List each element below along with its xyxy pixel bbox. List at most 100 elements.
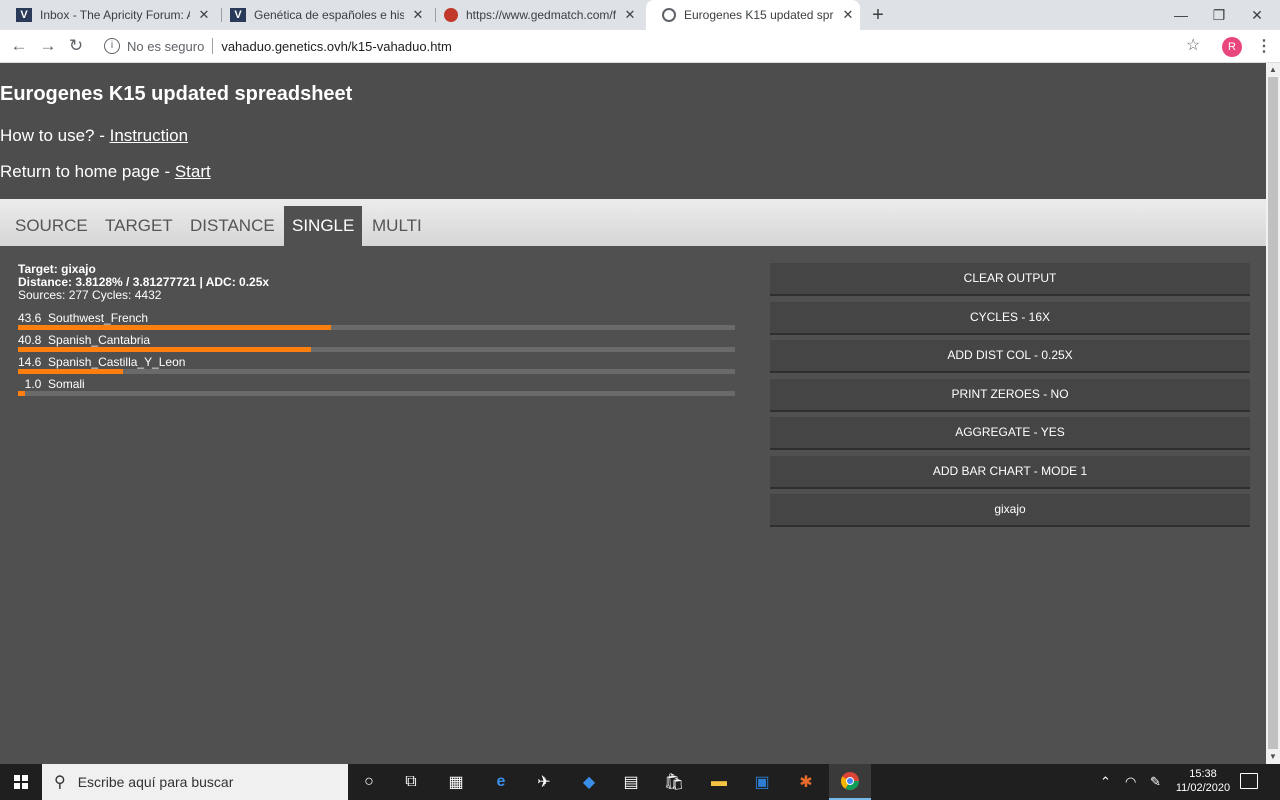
tab-title: https://www.gedmatch.com/fcgi xyxy=(466,8,616,22)
taskbar-search-box[interactable]: ⚲ Escribe aquí para buscar xyxy=(42,764,348,800)
control-buttons: CLEAR OUTPUT CYCLES - 16X ADD DIST COL -… xyxy=(770,263,1250,533)
aggregate-button[interactable]: AGGREGATE - YES xyxy=(770,417,1250,448)
file-explorer-icon[interactable]: ▬ xyxy=(698,764,740,800)
back-arrow-icon[interactable]: ← xyxy=(7,34,31,58)
result-row: 40.8 Spanish_Cantabria xyxy=(18,332,738,354)
omnibox[interactable]: i No es seguro vahaduo.genetics.ovh/k15-… xyxy=(96,31,1214,61)
app-icon[interactable]: ✱ xyxy=(785,764,827,800)
tab-target[interactable]: TARGET xyxy=(97,206,181,246)
edge-icon[interactable]: e xyxy=(480,764,522,800)
close-icon[interactable]: ✕ xyxy=(410,7,426,23)
result-row: 1.0 Somali xyxy=(18,376,738,398)
result-label: 43.6 Southwest_French xyxy=(18,311,149,325)
browser-menu-icon[interactable]: ⋮ xyxy=(1256,36,1272,56)
windows-logo-icon xyxy=(14,775,28,789)
browser-tab-genetica[interactable]: V Genética de españoles e hispano ✕ xyxy=(214,0,436,30)
result-label: 1.0 Somali xyxy=(18,377,85,391)
clear-output-button[interactable]: CLEAR OUTPUT xyxy=(770,263,1250,294)
browser-tab-strip: V Inbox - The Apricity Forum: A Eur ✕ V … xyxy=(0,0,1280,30)
browser-tab-gedmatch[interactable]: https://www.gedmatch.com/fcgi ✕ xyxy=(428,0,650,30)
scroll-thumb[interactable] xyxy=(1268,77,1278,749)
return-prefix: Return to home page - xyxy=(0,162,175,181)
bar-fill xyxy=(18,369,123,374)
add-dist-col-button[interactable]: ADD DIST COL - 0.25X xyxy=(770,340,1250,371)
app-icon[interactable]: ✈ xyxy=(523,764,565,800)
bar-track xyxy=(18,369,735,374)
forward-arrow-icon[interactable]: → xyxy=(36,34,60,58)
result-bars: 43.6 Southwest_French 40.8 Spanish_Canta… xyxy=(18,310,738,398)
start-button[interactable] xyxy=(0,764,42,800)
target-name-button[interactable]: gixajo xyxy=(770,494,1250,525)
clock-date: 11/02/2020 xyxy=(1175,782,1231,794)
security-label[interactable]: No es seguro xyxy=(127,39,204,54)
tab-title: Inbox - The Apricity Forum: A Eur xyxy=(40,8,190,22)
chrome-icon[interactable] xyxy=(829,764,871,800)
reload-icon[interactable]: ↻ xyxy=(64,34,88,58)
apricity-favicon-icon: V xyxy=(16,8,32,22)
close-icon[interactable]: ✕ xyxy=(622,7,638,23)
tab-distance[interactable]: DISTANCE xyxy=(182,206,283,246)
bar-track xyxy=(18,325,735,330)
bar-fill xyxy=(18,391,26,396)
howto-line: How to use? - Instruction xyxy=(0,126,188,146)
browser-tab-apricity-inbox[interactable]: V Inbox - The Apricity Forum: A Eur ✕ xyxy=(0,0,222,30)
window-close-icon[interactable]: ✕ xyxy=(1234,0,1280,30)
bar-track xyxy=(18,347,735,352)
scroll-down-arrow-icon[interactable]: ▼ xyxy=(1266,750,1280,764)
url-text[interactable]: vahaduo.genetics.ovh/k15-vahaduo.htm xyxy=(221,39,452,54)
tab-title: Genética de españoles e hispano xyxy=(254,8,404,22)
results-header: Target: gixajo Distance: 3.8128% / 3.812… xyxy=(18,263,738,302)
bar-fill xyxy=(18,325,331,330)
bar-track xyxy=(18,391,735,396)
apricity-favicon-icon: V xyxy=(230,8,246,22)
tab-source[interactable]: SOURCE xyxy=(7,206,96,246)
result-label: 40.8 Spanish_Cantabria xyxy=(18,333,151,347)
search-icon: ⚲ xyxy=(54,774,66,791)
page-scrollbar[interactable]: ▲ ▼ xyxy=(1266,63,1280,764)
page-body: Eurogenes K15 updated spreadsheet How to… xyxy=(0,63,1266,764)
pen-icon[interactable]: ✎ xyxy=(1150,764,1161,800)
scroll-up-arrow-icon[interactable]: ▲ xyxy=(1266,63,1280,77)
close-icon[interactable]: ✕ xyxy=(196,7,212,23)
clock-time: 15:38 xyxy=(1189,768,1217,780)
wifi-icon[interactable]: ◠ xyxy=(1125,764,1136,800)
print-zeroes-button[interactable]: PRINT ZEROES - NO xyxy=(770,378,1250,410)
profile-avatar[interactable]: R xyxy=(1222,37,1242,57)
add-bar-chart-button[interactable]: ADD BAR CHART - MODE 1 xyxy=(770,455,1250,487)
new-tab-button[interactable]: + xyxy=(868,3,888,27)
instruction-link[interactable]: Instruction xyxy=(110,126,188,145)
app-icon[interactable]: ▣ xyxy=(741,764,783,800)
calculator-icon[interactable]: ▤ xyxy=(610,764,652,800)
globe-favicon-icon xyxy=(662,8,676,22)
browser-tab-eurogenes[interactable]: Eurogenes K15 updated spreads ✕ xyxy=(646,0,860,30)
app-icon[interactable]: ▦ xyxy=(435,764,477,800)
task-view-icon[interactable]: ⧉ xyxy=(390,764,432,800)
app-icon[interactable]: ◆ xyxy=(568,764,610,800)
bookmark-star-icon[interactable]: ☆ xyxy=(1186,35,1200,55)
sources-line: Sources: 277 Cycles: 4432 xyxy=(18,288,162,302)
notifications-icon[interactable] xyxy=(1240,773,1258,789)
result-label: 14.6 Spanish_Castilla_Y_Leon xyxy=(18,355,186,369)
result-row: 14.6 Spanish_Castilla_Y_Leon xyxy=(18,354,738,376)
tray-chevron-icon[interactable]: ⌃ xyxy=(1100,764,1111,800)
bar-fill xyxy=(18,347,311,352)
store-icon[interactable]: 🛍 xyxy=(653,764,695,800)
address-bar: ← → ↻ i No es seguro vahaduo.genetics.ov… xyxy=(0,30,1280,63)
system-clock[interactable]: 15:38 11/02/2020 xyxy=(1170,767,1236,795)
result-row: 43.6 Southwest_French xyxy=(18,310,738,332)
start-link[interactable]: Start xyxy=(175,162,211,181)
info-icon[interactable]: i xyxy=(104,38,120,54)
howto-prefix: How to use? - xyxy=(0,126,110,145)
cortana-icon[interactable]: ○ xyxy=(348,764,390,800)
tab-title: Eurogenes K15 updated spreads xyxy=(684,8,834,22)
tab-single[interactable]: SINGLE xyxy=(284,206,363,246)
page-title: Eurogenes K15 updated spreadsheet xyxy=(0,83,353,105)
tab-multi[interactable]: MULTI xyxy=(364,206,430,246)
return-home-line: Return to home page - Start xyxy=(0,162,211,182)
windows-taskbar: ⚲ Escribe aquí para buscar ○ ⧉ ▦ e ✈ ◆ ▤… xyxy=(0,764,1280,800)
cycles-button[interactable]: CYCLES - 16X xyxy=(770,301,1250,333)
close-icon[interactable]: ✕ xyxy=(840,7,856,23)
results-output: Target: gixajo Distance: 3.8128% / 3.812… xyxy=(18,263,738,398)
section-tabs: SOURCE TARGET DISTANCE SINGLE MULTI xyxy=(0,199,1266,246)
search-placeholder: Escribe aquí para buscar xyxy=(77,774,234,790)
